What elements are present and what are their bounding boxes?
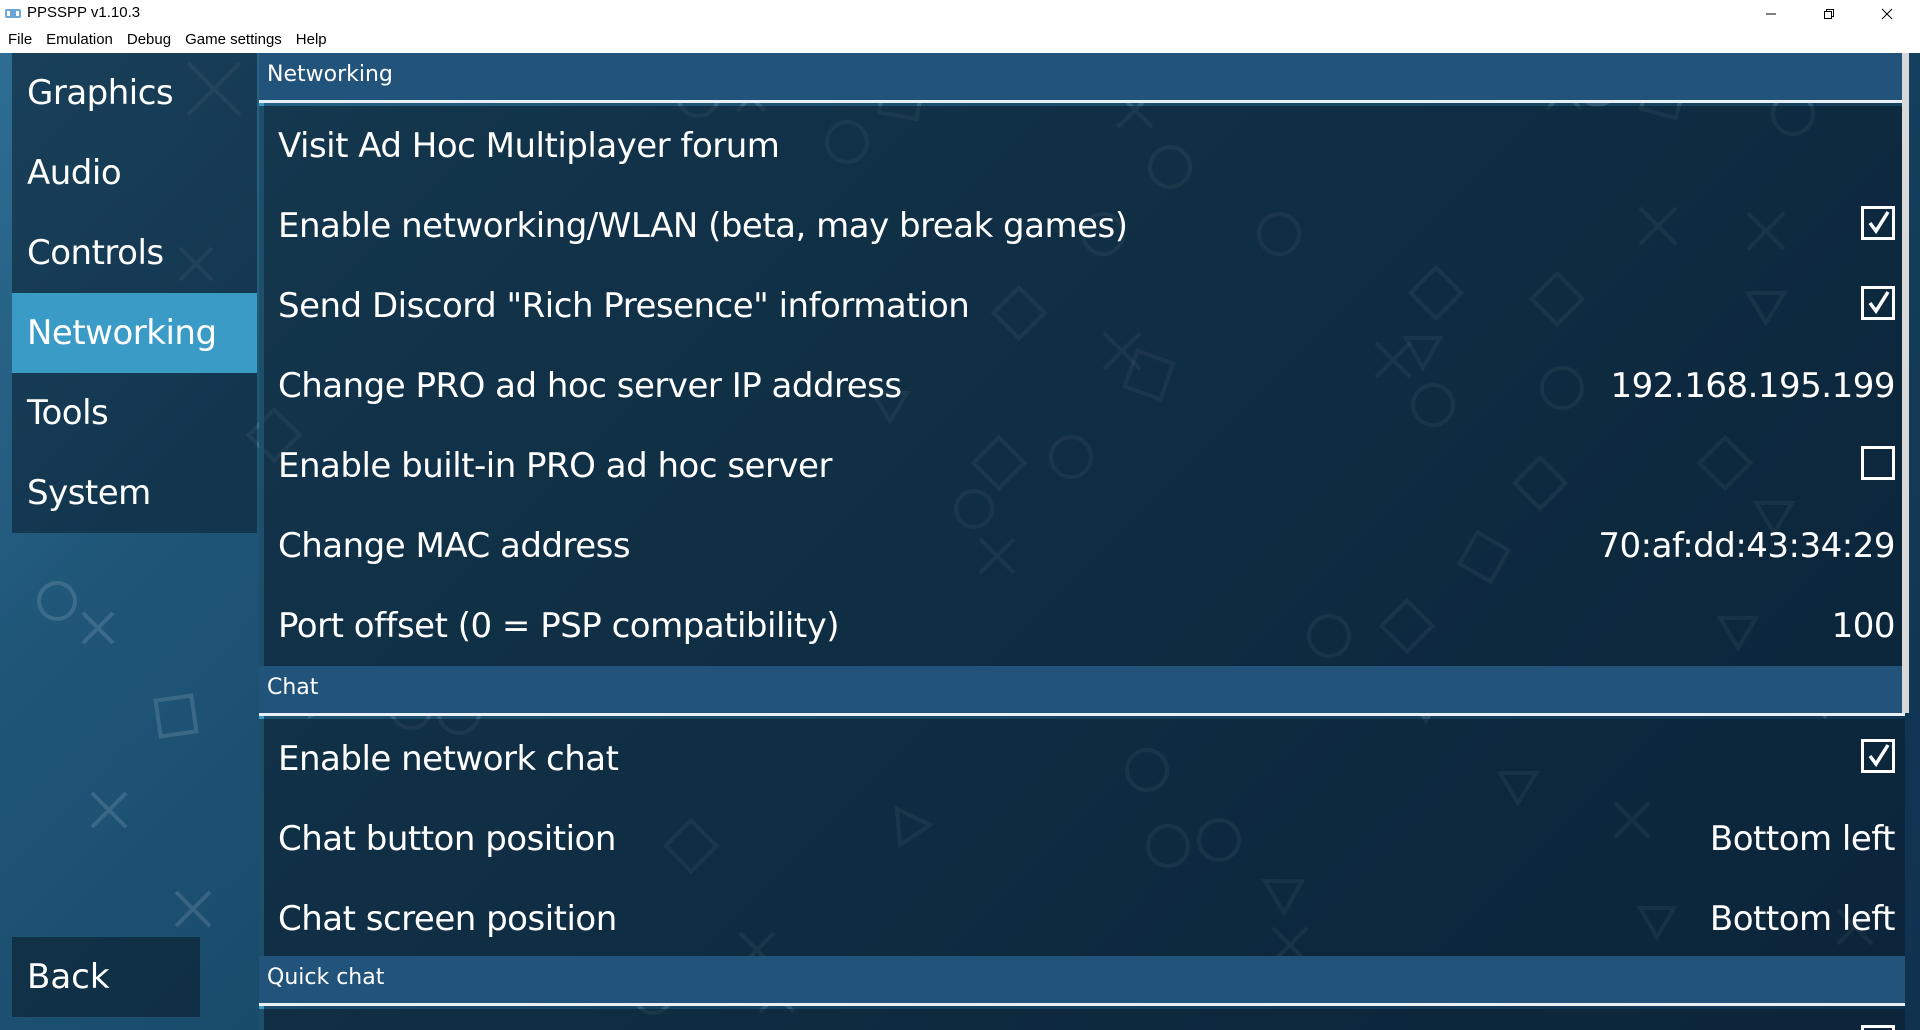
setting-builtin-pro-server[interactable]: Enable built-in PRO ad hoc server (259, 426, 1905, 506)
nav-item-controls[interactable]: Controls (12, 213, 257, 293)
checkmark-icon (1868, 211, 1890, 235)
menu-help[interactable]: Help (289, 27, 334, 53)
menu-bar: File Emulation Debug Game settings Help (0, 27, 1920, 53)
scrollbar[interactable] (1902, 53, 1909, 713)
minimize-icon (1766, 13, 1776, 14)
discord-presence-checkbox[interactable] (1861, 286, 1895, 320)
setting-chat-screen-position[interactable]: Chat screen position Bottom left (259, 879, 1905, 959)
menu-emulation[interactable]: Emulation (39, 27, 120, 53)
section-header-networking: Networking (259, 53, 1905, 103)
setting-port-offset[interactable]: Port offset (0 = PSP compatibility) 100 (259, 586, 1905, 666)
setting-label: Change PRO ad hoc server IP address (278, 366, 902, 406)
setting-enable-networking[interactable]: Enable networking/WLAN (beta, may break … (259, 186, 1905, 266)
setting-value: 192.168.195.199 (1610, 366, 1895, 406)
setting-label: Enable built-in PRO ad hoc server (278, 446, 832, 486)
setting-row-partial[interactable] (259, 1009, 1905, 1030)
setting-enable-network-chat[interactable]: Enable network chat (259, 719, 1905, 799)
section-rule (259, 1003, 1905, 1006)
nav-item-label: Networking (27, 313, 217, 353)
nav-item-label: System (27, 473, 151, 513)
nav-item-tools[interactable]: Tools (12, 373, 257, 453)
nav-item-system[interactable]: System (12, 453, 257, 533)
setting-label: Chat button position (278, 819, 616, 859)
restore-button[interactable] (1800, 0, 1858, 27)
setting-adhoc-forum-link[interactable]: Visit Ad Hoc Multiplayer forum (259, 106, 1905, 186)
setting-value: 100 (1831, 606, 1896, 646)
restore-icon (1824, 8, 1834, 19)
section-title: Chat (267, 675, 319, 700)
back-button-label: Back (27, 957, 110, 997)
setting-value: 70:af:dd:43:34:29 (1598, 526, 1895, 566)
setting-label: Enable networking/WLAN (beta, may break … (278, 206, 1128, 246)
back-button[interactable]: Back (12, 937, 200, 1017)
builtin-pro-server-checkbox[interactable] (1861, 446, 1895, 480)
title-bar: PPSSPP v1.10.3 (0, 0, 1920, 27)
section-header-quick-chat: Quick chat (259, 956, 1905, 1006)
setting-label: Change MAC address (278, 526, 631, 566)
partial-checkbox[interactable] (1861, 1025, 1895, 1030)
minimize-button[interactable] (1742, 0, 1800, 27)
setting-label: Visit Ad Hoc Multiplayer forum (278, 126, 780, 166)
settings-screen: Graphics Audio Controls Networking Tools… (0, 53, 1920, 1030)
settings-list[interactable]: Networking Visit Ad Hoc Multiplayer foru… (259, 53, 1905, 1030)
enable-networking-checkbox[interactable] (1861, 206, 1895, 240)
section-rule (259, 713, 1905, 716)
section-title: Networking (267, 62, 393, 87)
setting-mac-address[interactable]: Change MAC address 70:af:dd:43:34:29 (259, 506, 1905, 586)
section-rule (259, 100, 1905, 103)
setting-chat-button-position[interactable]: Chat button position Bottom left (259, 799, 1905, 879)
menu-file[interactable]: File (1, 27, 39, 53)
checkmark-icon (1868, 291, 1890, 315)
nav-item-label: Tools (27, 393, 109, 433)
setting-label: Enable network chat (278, 739, 619, 779)
setting-discord-presence[interactable]: Send Discord "Rich Presence" information (259, 266, 1905, 346)
setting-label: Chat screen position (278, 899, 617, 939)
close-button[interactable] (1858, 0, 1916, 27)
checkmark-icon (1868, 744, 1890, 768)
ppsspp-logo-icon (5, 9, 21, 18)
setting-value: Bottom left (1709, 899, 1896, 939)
setting-label: Send Discord "Rich Presence" information (278, 286, 970, 326)
nav-item-audio[interactable]: Audio (12, 133, 257, 213)
nav-item-label: Controls (27, 233, 164, 273)
setting-label: Port offset (0 = PSP compatibility) (278, 606, 840, 646)
network-chat-checkbox[interactable] (1861, 739, 1895, 773)
setting-pro-adhoc-server-ip[interactable]: Change PRO ad hoc server IP address 192.… (259, 346, 1905, 426)
close-icon (1881, 8, 1893, 19)
nav-item-networking[interactable]: Networking (12, 293, 257, 373)
settings-nav: Graphics Audio Controls Networking Tools… (12, 53, 257, 533)
menu-game-settings[interactable]: Game settings (178, 27, 289, 53)
nav-item-graphics[interactable]: Graphics (12, 53, 257, 133)
nav-item-label: Audio (27, 153, 122, 193)
section-header-chat: Chat (259, 666, 1905, 716)
section-title: Quick chat (267, 965, 385, 990)
nav-item-label: Graphics (27, 73, 174, 113)
window-title: PPSSPP v1.10.3 (27, 4, 141, 21)
setting-value: Bottom left (1709, 819, 1896, 859)
menu-debug[interactable]: Debug (120, 27, 178, 53)
